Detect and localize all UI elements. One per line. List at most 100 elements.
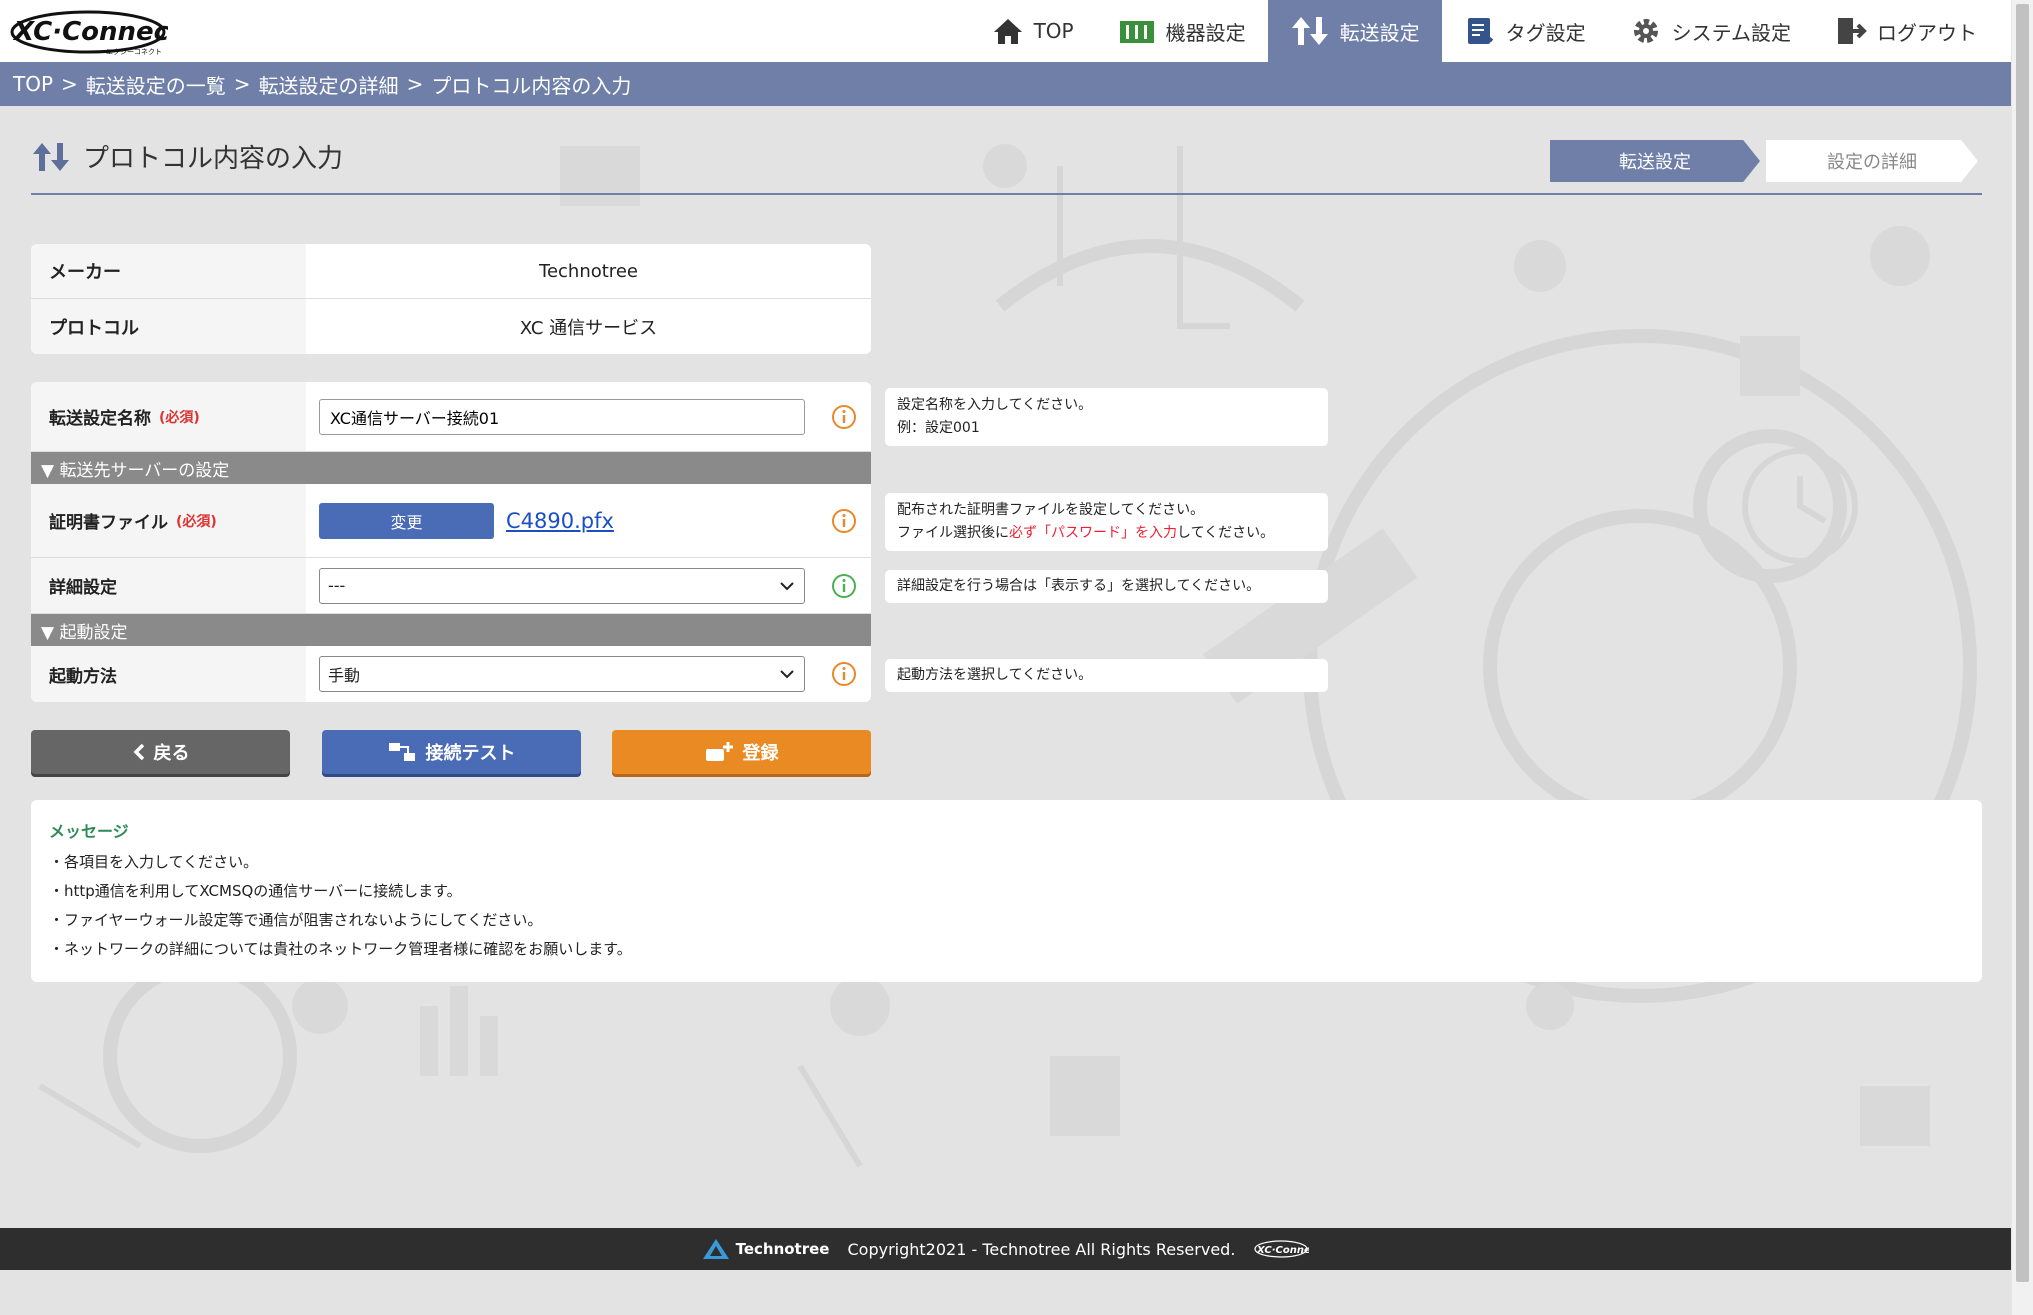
help-transfer-name: 設定名称を入力してください。 例：設定001 [885,388,1328,446]
nav-system-settings[interactable]: システム設定 [1608,0,1813,62]
gear-icon [1630,15,1662,47]
xc-connect-small-logo: XC·Connect [1253,1239,1309,1259]
help-text: 詳細設定を行う場合は「表示する」を選択してください。 [897,575,1316,598]
protocol-label: プロトコル [31,299,306,354]
start-method-cell: 手動 [306,646,871,702]
back-button[interactable]: 戻る [31,730,290,774]
help-text: してください。 [1177,525,1274,541]
detail-cell: --- [306,558,871,613]
nav-transfer-settings-label: 転送設定 [1340,17,1420,46]
step-indicator: 転送設定 設定の詳細 [1550,140,1978,182]
form-row-cert: 証明書ファイル (必須) 変更 C4890.pfx [31,484,871,558]
form-row-name: 転送設定名称 (必須) [31,382,871,452]
cert-label-text: 証明書ファイル [49,508,168,533]
copyright-text: Copyright2021 - Technotree All Rights Re… [847,1240,1235,1259]
form-row-detail: 詳細設定 --- [31,558,871,614]
breadcrumb-transfer-detail[interactable]: 転送設定の詳細 [259,70,399,99]
help-text: ファイル選択後に必ず「パスワード」を入力してください。 [897,522,1316,545]
chevron-down-icon [780,669,794,679]
transfer-settings-form: 転送設定名称 (必須) ▼ 転送先サーバーの設定 証明書ファイル (必須) 変更… [31,382,871,702]
technotree-logo: Technotree [702,1238,830,1260]
help-detail: 詳細設定を行う場合は「表示する」を選択してください。 [885,570,1328,603]
chevron-down-icon [780,581,794,591]
svg-text:XC·Connect: XC·Connect [1256,1245,1309,1256]
message-line: ・ネットワークの詳細については貴社のネットワーク管理者様に確認をお願いします。 [49,935,1964,964]
register-button[interactable]: 登録 [612,730,871,774]
message-line: ・ファイヤーウォール設定等で通信が阻害されないようにしてください。 [49,906,1964,935]
cert-label: 証明書ファイル (必須) [31,484,306,557]
chevron-left-icon [132,743,146,761]
register-button-label: 登録 [743,739,779,765]
nav-system-settings-label: システム設定 [1672,17,1791,46]
footer-spacer [0,1270,2011,1315]
nav-transfer-settings[interactable]: 転送設定 [1268,0,1442,62]
change-cert-button[interactable]: 変更 [319,503,494,539]
vertical-scrollbar[interactable] [2011,0,2033,1315]
info-icon[interactable] [831,573,857,599]
breadcrumb-separator: > [407,72,424,96]
xc-connect-logo[interactable]: XC·Connect エクシーコネクト [8,8,168,56]
connection-test-button[interactable]: 接続テスト [322,730,581,774]
start-method-select[interactable]: 手動 [319,656,805,692]
help-cert: 配布された証明書ファイルを設定してください。 ファイル選択後に必ず「パスワード」… [885,493,1328,551]
connection-test-button-label: 接続テスト [426,739,516,765]
info-icon[interactable] [831,661,857,687]
nav-logout-label: ログアウト [1877,17,1977,46]
transfer-name-cell [306,382,871,451]
network-icon [388,741,418,763]
required-badge: (必須) [176,511,217,531]
nav-top[interactable]: TOP [970,0,1096,62]
page-title-text: プロトコル内容の入力 [83,138,343,175]
transfer-name-input[interactable] [319,399,805,435]
page-title: プロトコル内容の入力 [31,138,343,175]
scrollbar-thumb[interactable] [2016,4,2029,1282]
help-text: ファイル選択後に [897,525,1009,541]
tag-icon [1464,15,1496,47]
transfer-name-label-text: 転送設定名称 [49,404,151,429]
cert-cell: 変更 C4890.pfx [306,484,871,557]
detail-select[interactable]: --- [319,568,805,604]
help-text: 起動方法を選択してください。 [897,664,1316,687]
message-line: ・http通信を利用してXCMSQの通信サーバーに接続します。 [49,877,1964,906]
message-title: メッセージ [49,818,1964,842]
nav-device-settings[interactable]: 機器設定 [1096,0,1268,62]
nav-logout[interactable]: ログアウト [1813,0,2011,62]
svg-text:XC·Connect: XC·Connect [12,17,168,47]
breadcrumb-current: プロトコル内容の入力 [431,70,631,99]
section-startup[interactable]: ▼ 起動設定 [31,614,871,646]
breadcrumb: TOP > 転送設定の一覧 > 転送設定の詳細 > プロトコル内容の入力 [0,62,2011,106]
form-row-start: 起動方法 手動 [31,646,871,702]
maker-value: Technotree [306,244,871,298]
main-nav: TOP 機器設定 転送設定 タグ設定 システム設定 ログアウト [970,0,2011,62]
detail-select-value: --- [328,576,345,595]
transfer-icon [1290,15,1330,47]
title-divider [31,193,1982,195]
info-row-protocol: プロトコル XC 通信サービス [31,299,871,354]
required-badge: (必須) [159,407,200,427]
cert-file-link[interactable]: C4890.pfx [506,509,614,533]
back-button-label: 戻る [154,739,190,765]
add-icon [705,741,735,763]
nav-top-label: TOP [1034,19,1074,43]
help-warning-text: 必ず「パスワード」を入力 [1009,525,1177,541]
help-text: 配布された証明書ファイルを設定してください。 [897,499,1316,522]
xc-connect-logo-graphic: XC·Connect エクシーコネクト [8,8,168,56]
detail-label: 詳細設定 [31,558,306,613]
protocol-info-table: メーカー Technotree プロトコル XC 通信サービス [31,244,871,354]
protocol-value: XC 通信サービス [306,299,871,354]
help-start-method: 起動方法を選択してください。 [885,659,1328,692]
breadcrumb-top[interactable]: TOP [13,72,53,96]
transfer-name-label: 転送設定名称 (必須) [31,382,306,451]
devices-icon [1118,15,1156,47]
logout-icon [1835,15,1867,47]
start-method-label: 起動方法 [31,646,306,702]
breadcrumb-separator: > [61,72,78,96]
svg-text:エクシーコネクト: エクシーコネクト [106,48,162,56]
nav-tag-settings[interactable]: タグ設定 [1442,0,1608,62]
info-icon[interactable] [831,404,857,430]
step-setting-details: 設定の詳細 [1766,140,1978,182]
info-icon[interactable] [831,508,857,534]
message-panel: メッセージ ・各項目を入力してください。 ・http通信を利用してXCMSQの通… [31,800,1982,982]
section-destination-server[interactable]: ▼ 転送先サーバーの設定 [31,452,871,484]
breadcrumb-transfer-list[interactable]: 転送設定の一覧 [86,70,226,99]
